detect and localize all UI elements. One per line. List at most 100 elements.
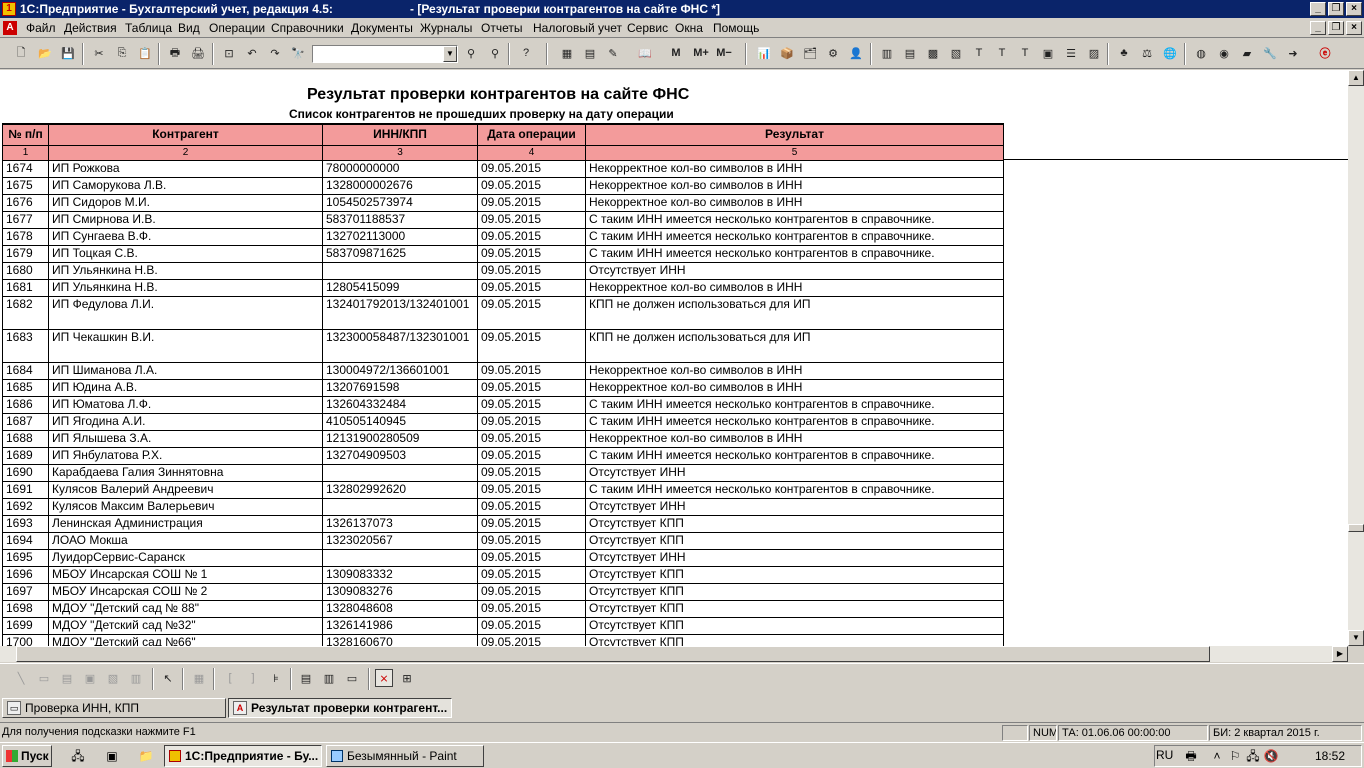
row-inn-kpp[interactable]: 130004972/136601001 xyxy=(322,361,478,380)
row-result[interactable]: Некорректное кол-во символов в ИНН xyxy=(585,429,1004,448)
row-number[interactable]: 1675 xyxy=(2,176,49,195)
report-3-icon[interactable]: ▧ xyxy=(947,44,965,62)
row-counterparty[interactable]: ЛуидорСервис-Саранск xyxy=(48,548,323,567)
table-row[interactable]: 1681 ИП Ульянкина Н.В. 12805415099 09.05.20… xyxy=(2,278,1004,297)
e-circle-icon[interactable]: ⓔ xyxy=(1316,44,1334,62)
menu-help[interactable]: Помощь xyxy=(713,21,759,35)
grid-icon[interactable]: ▩ xyxy=(924,44,942,62)
row-date[interactable]: 09.05.2015 xyxy=(477,463,586,482)
row-result[interactable]: Отсутствует КПП xyxy=(585,616,1004,635)
row-inn-kpp[interactable]: 583701188537 xyxy=(322,210,478,229)
search-prev-icon[interactable]: ⚲ xyxy=(486,44,504,62)
table-row[interactable]: 1689 ИП Янбулатова Р.Х. 132704909503 09.05.… xyxy=(2,446,1004,465)
paste-icon[interactable]: 📋 xyxy=(136,44,154,62)
horizontal-scroll-thumb[interactable] xyxy=(16,646,1210,662)
printer-tray-icon[interactable]: 🖶 xyxy=(1183,748,1199,764)
restore-icon[interactable]: ❐ xyxy=(1328,2,1344,16)
row-result[interactable]: Отсутствует КПП xyxy=(585,633,1004,646)
row-inn-kpp[interactable]: 132401792013/132401001 xyxy=(322,295,478,330)
row-result[interactable]: Отсутствует КПП xyxy=(585,514,1004,533)
row-inn-kpp[interactable] xyxy=(322,261,478,280)
doc-t2-icon[interactable]: T xyxy=(993,44,1011,62)
save-icon[interactable]: 💾 xyxy=(59,44,77,62)
quicklaunch-app-icon[interactable]: ▣ xyxy=(104,748,120,764)
undo-icon[interactable]: ↶ xyxy=(243,44,261,62)
row-date[interactable]: 09.05.2015 xyxy=(477,193,586,212)
doc-t3-icon[interactable]: T xyxy=(1016,44,1034,62)
row-number[interactable]: 1689 xyxy=(2,446,49,465)
row-counterparty[interactable]: ИП Тоцкая С.В. xyxy=(48,244,323,263)
ruler-icon[interactable]: ▭ xyxy=(343,669,361,687)
close-icon[interactable]: × xyxy=(1346,2,1362,16)
row-result[interactable]: С таким ИНН имеется несколько контрагент… xyxy=(585,227,1004,246)
menu-tax[interactable]: Налоговый учет xyxy=(533,21,622,35)
menu-reports[interactable]: Отчеты xyxy=(481,21,522,35)
row-counterparty[interactable]: ИП Юматова Л.Ф. xyxy=(48,395,323,414)
doc-form-icon[interactable]: ▣ xyxy=(1039,44,1057,62)
memory-plus-icon[interactable]: M+ xyxy=(690,44,712,62)
table-row[interactable]: 1700 МДОУ "Детский сад №66" 1328160670 09.0… xyxy=(2,633,1004,646)
row-result[interactable]: КПП не должен использоваться для ИП xyxy=(585,328,1004,363)
row-counterparty[interactable]: ИП Смирнова И.В. xyxy=(48,210,323,229)
row-date[interactable]: 09.05.2015 xyxy=(477,497,586,516)
menu-file[interactable]: Файл xyxy=(26,21,56,35)
row-counterparty[interactable]: Карабдаева Галия Зиннятовна xyxy=(48,463,323,482)
table-row[interactable]: 1676 ИП Сидоров М.И. 1054502573974 09.05.20… xyxy=(2,193,1004,212)
row-number[interactable]: 1682 xyxy=(2,295,49,330)
row-inn-kpp[interactable]: 583709871625 xyxy=(322,244,478,263)
picture-icon[interactable]: ▣ xyxy=(81,669,99,687)
row-inn-kpp[interactable]: 1328000002676 xyxy=(322,176,478,195)
table-row[interactable]: 1687 ИП Ягодина А.И. 410505140945 09.05.201… xyxy=(2,412,1004,431)
task-1c[interactable]: 1С:Предприятие - Бу... xyxy=(164,745,322,767)
row-number[interactable]: 1693 xyxy=(2,514,49,533)
row-result[interactable]: С таким ИНН имеется несколько контрагент… xyxy=(585,412,1004,431)
row-number[interactable]: 1687 xyxy=(2,412,49,431)
row-number[interactable]: 1680 xyxy=(2,261,49,280)
print-icon[interactable]: 🖶 xyxy=(166,44,184,62)
folder-icon[interactable]: 🗂 xyxy=(801,44,819,62)
menu-references[interactable]: Справочники xyxy=(271,21,344,35)
row-date[interactable]: 09.05.2015 xyxy=(477,227,586,246)
table-row[interactable]: 1680 ИП Ульянкина Н.В. 09.05.2015 Отсутству… xyxy=(2,261,1004,280)
row-inn-kpp[interactable] xyxy=(322,463,478,482)
table-row[interactable]: 1691 Кулясов Валерий Андреевич 13280299262… xyxy=(2,480,1004,499)
row-result[interactable]: Отсутствует КПП xyxy=(585,531,1004,550)
new-icon[interactable]: 🗋 xyxy=(12,44,30,62)
row-date[interactable]: 09.05.2015 xyxy=(477,210,586,229)
table-row[interactable]: 1692 Кулясов Максим Валерьевич 09.05.2015 О… xyxy=(2,497,1004,516)
edit-icon[interactable]: ✎ xyxy=(604,44,622,62)
exit-icon[interactable]: ➜ xyxy=(1284,44,1302,62)
mdi-close-icon[interactable]: × xyxy=(1346,21,1362,35)
doc-chart-icon[interactable]: ▨ xyxy=(1085,44,1103,62)
row-inn-kpp[interactable]: 1326141986 xyxy=(322,616,478,635)
row-number[interactable]: 1677 xyxy=(2,210,49,229)
row-result[interactable]: Отсутствует ИНН xyxy=(585,261,1004,280)
ole-icon[interactable]: ▧ xyxy=(104,669,122,687)
table-row[interactable]: 1682 ИП Федулова Л.И. 132401792013/1324010… xyxy=(2,295,1004,330)
mdi-minimize-icon[interactable]: _ xyxy=(1310,21,1326,35)
row-date[interactable]: 09.05.2015 xyxy=(477,261,586,280)
row-result[interactable]: С таким ИНН имеется несколько контрагент… xyxy=(585,395,1004,414)
grid-toggle-icon[interactable]: ⨯ xyxy=(375,669,393,687)
row-number[interactable]: 1678 xyxy=(2,227,49,246)
table-row[interactable]: 1693 Ленинская Администрация 1326137073 09.… xyxy=(2,514,1004,533)
table-row[interactable]: 1683 ИП Чекашкин В.И. 132300058487/1323010… xyxy=(2,328,1004,363)
row-date[interactable]: 09.05.2015 xyxy=(477,548,586,567)
scroll-right-icon[interactable]: ▶ xyxy=(1332,646,1348,662)
row-number[interactable]: 1688 xyxy=(2,429,49,448)
row-result[interactable]: Некорректное кол-во символов в ИНН xyxy=(585,278,1004,297)
row-inn-kpp[interactable]: 1309083276 xyxy=(322,582,478,601)
row-counterparty[interactable]: ИП Сидоров М.И. xyxy=(48,193,323,212)
memory-minus-icon[interactable]: M− xyxy=(713,44,735,62)
row-date[interactable]: 09.05.2015 xyxy=(477,480,586,499)
row-number[interactable]: 1683 xyxy=(2,328,49,363)
row-counterparty[interactable]: ИП Рожкова xyxy=(48,159,323,178)
menu-actions[interactable]: Действия xyxy=(64,21,117,35)
row-date[interactable]: 09.05.2015 xyxy=(477,582,586,601)
row-result[interactable]: С таким ИНН имеется несколько контрагент… xyxy=(585,446,1004,465)
row-inn-kpp[interactable]: 12131900280509 xyxy=(322,429,478,448)
row-counterparty[interactable]: МБОУ Инсарская СОШ № 2 xyxy=(48,582,323,601)
row-counterparty[interactable]: ИП Ульянкина Н.В. xyxy=(48,261,323,280)
calculator-icon[interactable]: ▦ xyxy=(558,44,576,62)
table-row[interactable]: 1694 ЛОАО Мокша 1323020567 09.05.2015 Отсутс… xyxy=(2,531,1004,550)
